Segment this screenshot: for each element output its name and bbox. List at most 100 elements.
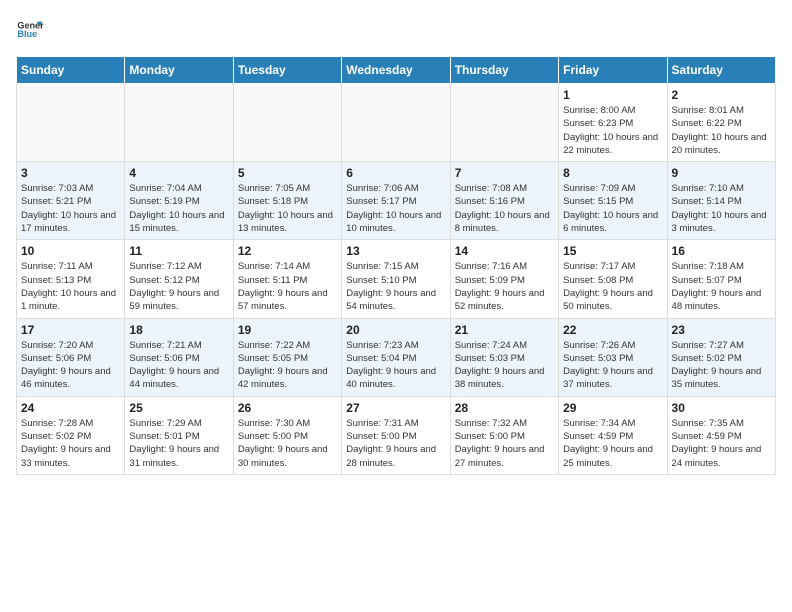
day-number: 16 <box>672 244 771 258</box>
calendar-day-cell: 22 Sunrise: 7:26 AMSunset: 5:03 PMDayligh… <box>559 318 667 396</box>
calendar-day-cell: 10 Sunrise: 7:11 AMSunset: 5:13 PMDayligh… <box>17 240 125 318</box>
calendar-week-row: 10 Sunrise: 7:11 AMSunset: 5:13 PMDayligh… <box>17 240 776 318</box>
day-number: 1 <box>563 88 662 102</box>
calendar-day-cell <box>450 84 558 162</box>
calendar-day-cell <box>342 84 450 162</box>
day-number: 7 <box>455 166 554 180</box>
svg-text:Blue: Blue <box>17 29 37 39</box>
calendar-week-row: 17 Sunrise: 7:20 AMSunset: 5:06 PMDayligh… <box>17 318 776 396</box>
calendar-table: SundayMondayTuesdayWednesdayThursdayFrid… <box>16 56 776 475</box>
calendar-day-cell: 5 Sunrise: 7:05 AMSunset: 5:18 PMDaylight… <box>233 162 341 240</box>
day-number: 20 <box>346 323 445 337</box>
calendar-day-cell: 9 Sunrise: 7:10 AMSunset: 5:14 PMDaylight… <box>667 162 775 240</box>
day-info: Sunrise: 7:20 AMSunset: 5:06 PMDaylight:… <box>21 339 120 392</box>
day-info: Sunrise: 7:06 AMSunset: 5:17 PMDaylight:… <box>346 182 445 235</box>
day-info: Sunrise: 7:17 AMSunset: 5:08 PMDaylight:… <box>563 260 662 313</box>
calendar-day-cell: 1 Sunrise: 8:00 AMSunset: 6:23 PMDaylight… <box>559 84 667 162</box>
day-number: 3 <box>21 166 120 180</box>
calendar-day-cell: 11 Sunrise: 7:12 AMSunset: 5:12 PMDayligh… <box>125 240 233 318</box>
calendar-week-row: 1 Sunrise: 8:00 AMSunset: 6:23 PMDaylight… <box>17 84 776 162</box>
day-info: Sunrise: 7:18 AMSunset: 5:07 PMDaylight:… <box>672 260 771 313</box>
day-info: Sunrise: 8:00 AMSunset: 6:23 PMDaylight:… <box>563 104 662 157</box>
calendar-day-cell: 29 Sunrise: 7:34 AMSunset: 4:59 PMDayligh… <box>559 396 667 474</box>
calendar-day-cell <box>233 84 341 162</box>
day-info: Sunrise: 7:05 AMSunset: 5:18 PMDaylight:… <box>238 182 337 235</box>
day-number: 23 <box>672 323 771 337</box>
day-info: Sunrise: 7:12 AMSunset: 5:12 PMDaylight:… <box>129 260 228 313</box>
day-number: 10 <box>21 244 120 258</box>
day-number: 6 <box>346 166 445 180</box>
calendar-day-cell: 16 Sunrise: 7:18 AMSunset: 5:07 PMDayligh… <box>667 240 775 318</box>
calendar-day-cell: 13Sunrise: 7:15 AMSunset: 5:10 PMDayligh… <box>342 240 450 318</box>
day-info: Sunrise: 7:24 AMSunset: 5:03 PMDaylight:… <box>455 339 554 392</box>
day-number: 17 <box>21 323 120 337</box>
day-number: 29 <box>563 401 662 415</box>
calendar-day-cell: 15 Sunrise: 7:17 AMSunset: 5:08 PMDayligh… <box>559 240 667 318</box>
calendar-day-cell: 26Sunrise: 7:30 AMSunset: 5:00 PMDayligh… <box>233 396 341 474</box>
day-info: Sunrise: 7:26 AMSunset: 5:03 PMDaylight:… <box>563 339 662 392</box>
calendar-day-cell: 2Sunrise: 8:01 AMSunset: 6:22 PMDaylight… <box>667 84 775 162</box>
day-info: Sunrise: 7:14 AMSunset: 5:11 PMDaylight:… <box>238 260 337 313</box>
day-info: Sunrise: 7:15 AMSunset: 5:10 PMDaylight:… <box>346 260 445 313</box>
day-of-week-header: Thursday <box>450 57 558 84</box>
day-number: 14 <box>455 244 554 258</box>
day-number: 15 <box>563 244 662 258</box>
calendar-day-cell: 12Sunrise: 7:14 AMSunset: 5:11 PMDayligh… <box>233 240 341 318</box>
day-info: Sunrise: 7:34 AMSunset: 4:59 PMDaylight:… <box>563 417 662 470</box>
day-info: Sunrise: 7:11 AMSunset: 5:13 PMDaylight:… <box>21 260 120 313</box>
calendar-day-cell: 23 Sunrise: 7:27 AMSunset: 5:02 PMDayligh… <box>667 318 775 396</box>
page-header: General Blue <box>16 16 776 44</box>
calendar-day-cell <box>125 84 233 162</box>
day-number: 22 <box>563 323 662 337</box>
day-number: 11 <box>129 244 228 258</box>
calendar-day-cell: 6 Sunrise: 7:06 AMSunset: 5:17 PMDaylight… <box>342 162 450 240</box>
calendar-day-cell: 8 Sunrise: 7:09 AMSunset: 5:15 PMDaylight… <box>559 162 667 240</box>
calendar-header-row: SundayMondayTuesdayWednesdayThursdayFrid… <box>17 57 776 84</box>
day-number: 5 <box>238 166 337 180</box>
logo: General Blue <box>16 16 44 44</box>
calendar-day-cell: 18Sunrise: 7:21 AMSunset: 5:06 PMDayligh… <box>125 318 233 396</box>
day-number: 4 <box>129 166 228 180</box>
day-of-week-header: Friday <box>559 57 667 84</box>
day-number: 26 <box>238 401 337 415</box>
day-info: Sunrise: 7:10 AMSunset: 5:14 PMDaylight:… <box>672 182 771 235</box>
day-number: 28 <box>455 401 554 415</box>
day-info: Sunrise: 7:32 AMSunset: 5:00 PMDaylight:… <box>455 417 554 470</box>
calendar-day-cell: 19 Sunrise: 7:22 AMSunset: 5:05 PMDayligh… <box>233 318 341 396</box>
calendar-day-cell: 27Sunrise: 7:31 AMSunset: 5:00 PMDayligh… <box>342 396 450 474</box>
day-number: 19 <box>238 323 337 337</box>
calendar-day-cell: 7 Sunrise: 7:08 AMSunset: 5:16 PMDaylight… <box>450 162 558 240</box>
calendar-day-cell <box>17 84 125 162</box>
day-info: Sunrise: 7:27 AMSunset: 5:02 PMDaylight:… <box>672 339 771 392</box>
day-info: Sunrise: 7:35 AMSunset: 4:59 PMDaylight:… <box>672 417 771 470</box>
calendar-day-cell: 28 Sunrise: 7:32 AMSunset: 5:00 PMDayligh… <box>450 396 558 474</box>
calendar-body: 1 Sunrise: 8:00 AMSunset: 6:23 PMDaylight… <box>17 84 776 475</box>
day-number: 30 <box>672 401 771 415</box>
calendar-day-cell: 24 Sunrise: 7:28 AMSunset: 5:02 PMDayligh… <box>17 396 125 474</box>
day-number: 9 <box>672 166 771 180</box>
day-info: Sunrise: 7:31 AMSunset: 5:00 PMDaylight:… <box>346 417 445 470</box>
calendar-day-cell: 3Sunrise: 7:03 AMSunset: 5:21 PMDaylight… <box>17 162 125 240</box>
day-info: Sunrise: 7:08 AMSunset: 5:16 PMDaylight:… <box>455 182 554 235</box>
day-of-week-header: Monday <box>125 57 233 84</box>
day-info: Sunrise: 8:01 AMSunset: 6:22 PMDaylight:… <box>672 104 771 157</box>
day-info: Sunrise: 7:28 AMSunset: 5:02 PMDaylight:… <box>21 417 120 470</box>
calendar-day-cell: 17 Sunrise: 7:20 AMSunset: 5:06 PMDayligh… <box>17 318 125 396</box>
day-of-week-header: Tuesday <box>233 57 341 84</box>
day-info: Sunrise: 7:22 AMSunset: 5:05 PMDaylight:… <box>238 339 337 392</box>
calendar-day-cell: 14 Sunrise: 7:16 AMSunset: 5:09 PMDayligh… <box>450 240 558 318</box>
logo-icon: General Blue <box>16 16 44 44</box>
day-info: Sunrise: 7:16 AMSunset: 5:09 PMDaylight:… <box>455 260 554 313</box>
day-info: Sunrise: 7:09 AMSunset: 5:15 PMDaylight:… <box>563 182 662 235</box>
calendar-day-cell: 21 Sunrise: 7:24 AMSunset: 5:03 PMDayligh… <box>450 318 558 396</box>
day-number: 8 <box>563 166 662 180</box>
day-of-week-header: Sunday <box>17 57 125 84</box>
day-number: 21 <box>455 323 554 337</box>
day-number: 24 <box>21 401 120 415</box>
calendar-day-cell: 30 Sunrise: 7:35 AMSunset: 4:59 PMDayligh… <box>667 396 775 474</box>
day-of-week-header: Saturday <box>667 57 775 84</box>
calendar-day-cell: 20Sunrise: 7:23 AMSunset: 5:04 PMDayligh… <box>342 318 450 396</box>
day-of-week-header: Wednesday <box>342 57 450 84</box>
day-info: Sunrise: 7:21 AMSunset: 5:06 PMDaylight:… <box>129 339 228 392</box>
calendar-day-cell: 25Sunrise: 7:29 AMSunset: 5:01 PMDayligh… <box>125 396 233 474</box>
